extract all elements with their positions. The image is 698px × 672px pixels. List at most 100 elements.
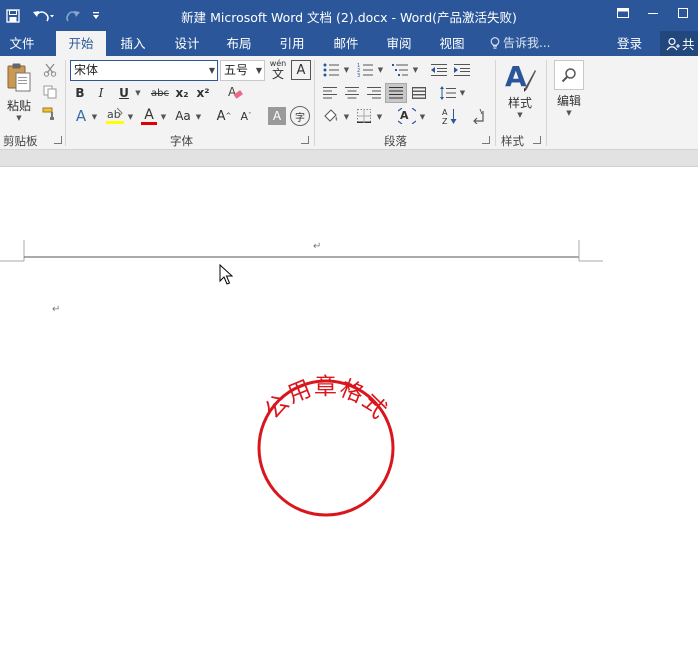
bullets-dropdown-icon[interactable]: ▼	[342, 61, 351, 79]
group-separator	[314, 60, 315, 146]
editing-label: 编辑	[556, 94, 581, 108]
strikethrough-button[interactable]: abc	[148, 84, 172, 102]
distributed-icon[interactable]	[409, 84, 429, 102]
font-name-box[interactable]: 宋体 ▼	[70, 60, 218, 81]
sort-icon[interactable]: AZ	[440, 106, 460, 126]
svg-text:A: A	[442, 108, 448, 117]
ribbon-display-options-icon[interactable]	[608, 0, 638, 26]
borders-dropdown-icon[interactable]: ▼	[375, 108, 384, 126]
tab-insert[interactable]: 插入	[111, 31, 155, 56]
editing-dropdown-icon[interactable]: ▼	[566, 109, 571, 117]
align-center-icon[interactable]	[342, 84, 362, 102]
window-title: 新建 Microsoft Word 文档 (2).docx - Word(产品激…	[181, 10, 517, 25]
phonetic-guide-button[interactable]: wén 文	[268, 59, 288, 81]
sign-in-link[interactable]: 登录	[617, 31, 642, 56]
character-border-button[interactable]: A	[291, 60, 311, 80]
chinese-layout-icon[interactable]: A	[396, 106, 418, 126]
superscript-button[interactable]: x²	[194, 84, 212, 102]
styles-label: 样式	[507, 96, 532, 110]
styles-button[interactable]: A 样式 ▼	[500, 60, 540, 126]
share-label: 共	[682, 37, 695, 52]
grow-font-button[interactable]: A ^	[215, 106, 233, 126]
font-size-box[interactable]: 五号 ▼	[220, 60, 265, 81]
character-shading-button[interactable]: A	[268, 107, 286, 125]
share-button[interactable]: 共	[660, 31, 698, 56]
cut-icon[interactable]	[40, 61, 60, 79]
chinese-layout-dropdown-icon[interactable]: ▼	[418, 108, 427, 126]
numbering-dropdown-icon[interactable]: ▼	[376, 61, 385, 79]
decrease-indent-icon[interactable]	[429, 61, 449, 79]
format-painter-icon[interactable]	[40, 105, 60, 123]
minimize-icon[interactable]	[638, 0, 668, 26]
document-area[interactable]: ↵ ↵ 公用章格式	[0, 168, 698, 672]
svg-text:3: 3	[357, 73, 360, 77]
tab-home[interactable]: 开始	[56, 31, 106, 56]
shading-icon[interactable]	[320, 106, 342, 126]
ribbon-tab-bar: 文件 开始 插入 设计 布局 引用 邮件 审阅 视图 告诉我... 登录 共	[0, 31, 698, 56]
paste-dropdown-icon[interactable]: ▼	[16, 114, 21, 122]
seal-text: 公用章格式	[260, 374, 392, 424]
justify-icon[interactable]	[385, 83, 407, 103]
tab-layout[interactable]: 布局	[217, 31, 261, 56]
underline-button[interactable]: U	[116, 84, 132, 102]
clipboard-group-label: 剪贴板	[3, 134, 38, 148]
shrink-font-button[interactable]: Aˇ	[237, 106, 255, 126]
tab-view[interactable]: 视图	[430, 31, 474, 56]
line-spacing-dropdown-icon[interactable]: ▼	[458, 84, 467, 102]
paste-button[interactable]: 粘贴 ▼	[2, 62, 36, 124]
paragraph-dialog-launcher-icon[interactable]	[482, 136, 490, 144]
multilevel-list-icon[interactable]	[389, 61, 411, 79]
tab-mailings[interactable]: 邮件	[324, 31, 368, 56]
copy-icon[interactable]	[40, 83, 60, 101]
enclose-characters-button[interactable]: 字	[290, 106, 310, 126]
styles-dialog-launcher-icon[interactable]	[533, 136, 541, 144]
bold-button[interactable]: B	[72, 84, 88, 102]
tab-design[interactable]: 设计	[165, 31, 209, 56]
clear-formatting-icon[interactable]: A	[225, 82, 245, 102]
text-effects-dropdown-icon[interactable]: ▼	[90, 108, 99, 126]
styles-group-label: 样式	[501, 134, 524, 148]
underline-dropdown-icon[interactable]: ▼	[133, 84, 143, 102]
clipboard-dialog-launcher-icon[interactable]	[54, 136, 62, 144]
paste-icon	[7, 63, 31, 92]
font-dialog-launcher-icon[interactable]	[301, 136, 309, 144]
tab-review[interactable]: 审阅	[377, 31, 421, 56]
italic-button[interactable]: I	[93, 84, 109, 102]
editing-button[interactable]: 编辑 ▼	[551, 60, 587, 126]
change-case-dropdown-icon[interactable]: ▼	[194, 108, 203, 126]
font-color-dropdown-icon[interactable]: ▼	[159, 108, 168, 126]
align-right-icon[interactable]	[364, 84, 384, 102]
header-paragraph-mark: ↵	[313, 241, 322, 252]
seal-shape[interactable]: 公用章格式	[246, 368, 406, 528]
highlight-dropdown-icon[interactable]: ▼	[126, 108, 135, 126]
highlight-icon[interactable]: ab	[104, 106, 126, 126]
group-separator	[65, 60, 66, 146]
align-left-icon[interactable]	[320, 84, 340, 102]
styles-dropdown-icon[interactable]: ▼	[517, 111, 522, 119]
maximize-icon[interactable]	[668, 0, 698, 26]
borders-icon[interactable]	[354, 106, 374, 126]
svg-text:A: A	[505, 60, 527, 93]
shrink-font-label: A	[240, 109, 249, 123]
text-effects-button[interactable]: A	[72, 106, 90, 126]
multilevel-list-dropdown-icon[interactable]: ▼	[411, 61, 420, 79]
line-spacing-icon[interactable]	[438, 84, 458, 102]
bullets-icon[interactable]	[320, 61, 342, 79]
tell-me-box[interactable]: 告诉我...	[490, 31, 562, 56]
font-color-button[interactable]: A	[139, 106, 159, 126]
svg-text:Z: Z	[442, 117, 448, 125]
shading-dropdown-icon[interactable]: ▼	[342, 108, 351, 126]
tab-file[interactable]: 文件	[0, 31, 44, 56]
show-hide-marks-icon[interactable]	[470, 106, 488, 126]
increase-indent-icon[interactable]	[452, 61, 472, 79]
font-color-label: A	[144, 106, 154, 123]
tab-references[interactable]: 引用	[270, 31, 314, 56]
font-size-dropdown-icon[interactable]: ▼	[256, 61, 262, 80]
lightbulb-icon	[490, 37, 500, 49]
subscript-button[interactable]: x₂	[173, 84, 191, 102]
font-name-dropdown-icon[interactable]: ▼	[209, 61, 215, 80]
svg-text:A: A	[400, 109, 409, 122]
change-case-button[interactable]: Aa	[172, 106, 194, 126]
paste-label: 粘贴	[6, 99, 31, 113]
numbering-icon[interactable]: 123	[354, 61, 376, 79]
